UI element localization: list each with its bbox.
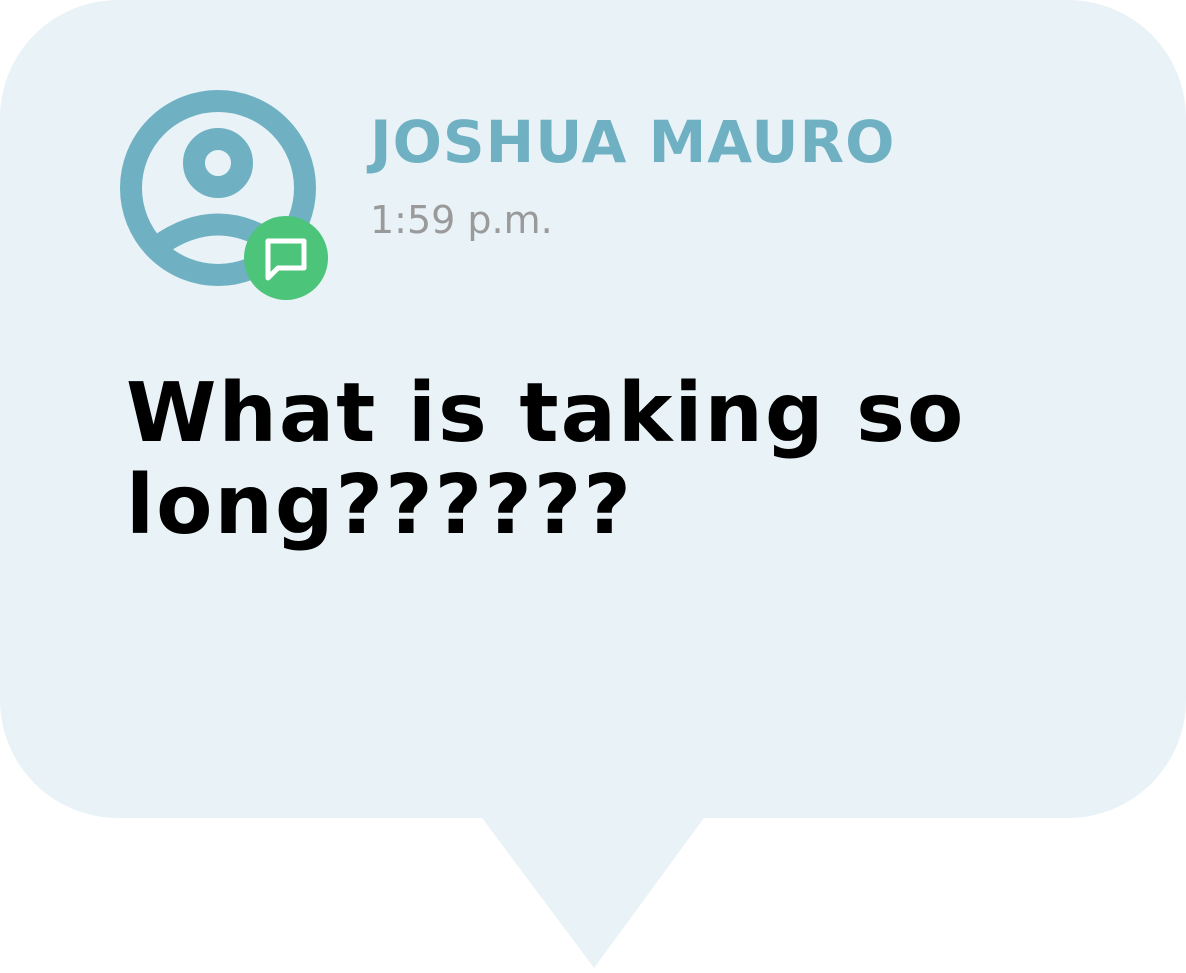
avatar: [120, 90, 328, 300]
sender-name: JOSHUA MAURO: [370, 108, 896, 176]
message-text: What is taking so long??????: [126, 366, 966, 553]
message-timestamp: 1:59 p.m.: [370, 198, 553, 242]
chat-notification: JOSHUA MAURO 1:59 p.m. What is taking so…: [0, 0, 1186, 973]
chat-message-icon: [244, 216, 328, 300]
